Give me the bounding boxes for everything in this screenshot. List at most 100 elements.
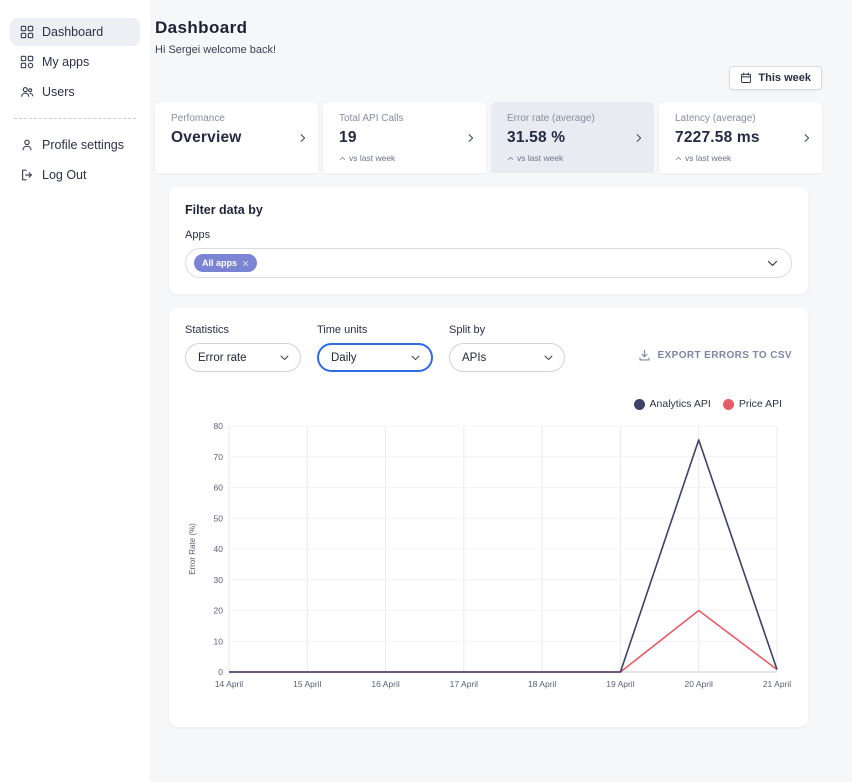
chevron-right-icon (633, 132, 644, 143)
stat-card-label: Latency (average) (675, 113, 796, 124)
stat-card-value: 19 (339, 129, 460, 147)
stat-card-label: Total API Calls (339, 113, 460, 124)
sidebar-item-label: Dashboard (42, 25, 103, 39)
chart-panel: Statistics Error rate Time units Daily (169, 308, 808, 727)
time-units-label: Time units (317, 324, 433, 336)
sidebar-item-users[interactable]: Users (10, 78, 140, 106)
svg-text:20: 20 (214, 606, 224, 616)
logout-icon (20, 168, 34, 182)
statistics-label: Statistics (185, 324, 301, 336)
period-selector-button[interactable]: This week (729, 66, 822, 90)
chevron-right-icon (801, 132, 812, 143)
stat-card-trend-label: vs last week (685, 153, 731, 163)
welcome-message: Hi Sergei welcome back! (155, 44, 822, 56)
chevron-down-icon (543, 352, 554, 363)
svg-text:18 April: 18 April (528, 679, 556, 689)
chevron-up-icon (675, 155, 682, 162)
stat-card-latency[interactable]: Latency (average) 7227.58 ms vs last wee… (659, 102, 822, 173)
sidebar-item-profile-settings[interactable]: Profile settings (10, 131, 140, 159)
svg-text:60: 60 (214, 483, 224, 493)
sidebar-item-dashboard[interactable]: Dashboard (10, 18, 140, 46)
sidebar-divider (14, 118, 136, 119)
apps-field-label: Apps (185, 229, 792, 241)
stat-card-error-rate[interactable]: Error rate (average) 31.58 % vs last wee… (491, 102, 654, 173)
svg-text:19 April: 19 April (606, 679, 634, 689)
split-by-label: Split by (449, 324, 565, 336)
svg-text:17 April: 17 April (450, 679, 478, 689)
sidebar-item-log-out[interactable]: Log Out (10, 161, 140, 189)
statistics-select-value: Error rate (198, 352, 247, 364)
all-apps-chip[interactable]: All apps (194, 254, 257, 272)
period-selector-label: This week (758, 72, 811, 84)
stat-card-trend: vs last week (339, 153, 460, 163)
chart-controls: Statistics Error rate Time units Daily (185, 324, 792, 372)
legend-label: Price API (739, 398, 782, 410)
dashboard-grid-icon (20, 25, 34, 39)
stat-card-label: Perfomance (171, 113, 292, 124)
users-icon (20, 85, 34, 99)
chevron-down-icon (279, 352, 290, 363)
filter-panel-title: Filter data by (185, 203, 792, 217)
stat-card-trend: vs last week (675, 153, 796, 163)
svg-text:Error Rate (%): Error Rate (%) (188, 523, 197, 575)
page-title: Dashboard (155, 18, 822, 38)
svg-text:15 April: 15 April (293, 679, 321, 689)
svg-text:70: 70 (214, 452, 224, 462)
legend-item-analytics-api: Analytics API (634, 398, 711, 410)
stat-card-performance[interactable]: Perfomance Overview (155, 102, 318, 173)
calendar-icon (740, 72, 752, 84)
chevron-down-icon[interactable] (766, 257, 779, 270)
split-by-select-value: APIs (462, 352, 486, 364)
svg-text:80: 80 (214, 421, 224, 431)
svg-text:50: 50 (214, 513, 224, 523)
chip-close-icon[interactable] (242, 260, 249, 267)
chevron-right-icon (465, 132, 476, 143)
stat-card-label: Error rate (average) (507, 113, 628, 124)
legend-dot (723, 399, 734, 410)
chart-legend: Analytics API Price API (185, 398, 782, 410)
sidebar-item-label: Profile settings (42, 138, 124, 152)
svg-text:21 April: 21 April (763, 679, 791, 689)
export-csv-label: EXPORT ERRORS TO CSV (657, 350, 792, 361)
sidebar-item-label: Users (42, 85, 75, 99)
legend-item-price-api: Price API (723, 398, 782, 410)
svg-text:16 April: 16 April (371, 679, 399, 689)
svg-text:40: 40 (214, 544, 224, 554)
filter-panel: Filter data by Apps All apps (169, 187, 808, 294)
stat-cards-row: Perfomance Overview Total API Calls 19 v… (155, 102, 822, 173)
time-units-select-value: Daily (331, 352, 357, 364)
apps-grid-icon (20, 55, 34, 69)
sidebar-item-label: My apps (42, 55, 89, 69)
time-units-select[interactable]: Daily (317, 343, 433, 372)
legend-dot (634, 399, 645, 410)
error-rate-chart: 14 April 15 April 16 April 17 April 18 April… (185, 414, 792, 711)
chip-label: All apps (202, 258, 237, 268)
export-csv-button[interactable]: EXPORT ERRORS TO CSV (638, 349, 792, 362)
svg-text:20 April: 20 April (685, 679, 713, 689)
main-content: Dashboard Hi Sergei welcome back! This w… (150, 0, 852, 782)
stat-card-trend: vs last week (507, 153, 628, 163)
stat-card-trend-label: vs last week (517, 153, 563, 163)
stat-card-value: 7227.58 ms (675, 129, 796, 147)
apps-filter-input[interactable]: All apps (185, 248, 792, 278)
sidebar-item-my-apps[interactable]: My apps (10, 48, 140, 76)
chevron-up-icon (507, 155, 514, 162)
stat-card-value: 31.58 % (507, 129, 628, 147)
svg-text:14 April: 14 April (215, 679, 243, 689)
split-by-select[interactable]: APIs (449, 343, 565, 372)
stat-card-total-api-calls[interactable]: Total API Calls 19 vs last week (323, 102, 486, 173)
sidebar: Dashboard My apps Users Profile settings (0, 0, 150, 782)
profile-icon (20, 138, 34, 152)
chevron-right-icon (297, 132, 308, 143)
statistics-select[interactable]: Error rate (185, 343, 301, 372)
chevron-up-icon (339, 155, 346, 162)
legend-label: Analytics API (650, 398, 711, 410)
svg-text:10: 10 (214, 636, 224, 646)
app-root: Dashboard My apps Users Profile settings (0, 0, 852, 782)
svg-text:30: 30 (214, 575, 224, 585)
download-icon (638, 349, 651, 362)
chevron-down-icon (410, 352, 421, 363)
sidebar-item-label: Log Out (42, 168, 86, 182)
stat-card-trend-label: vs last week (349, 153, 395, 163)
stat-card-value: Overview (171, 129, 292, 147)
